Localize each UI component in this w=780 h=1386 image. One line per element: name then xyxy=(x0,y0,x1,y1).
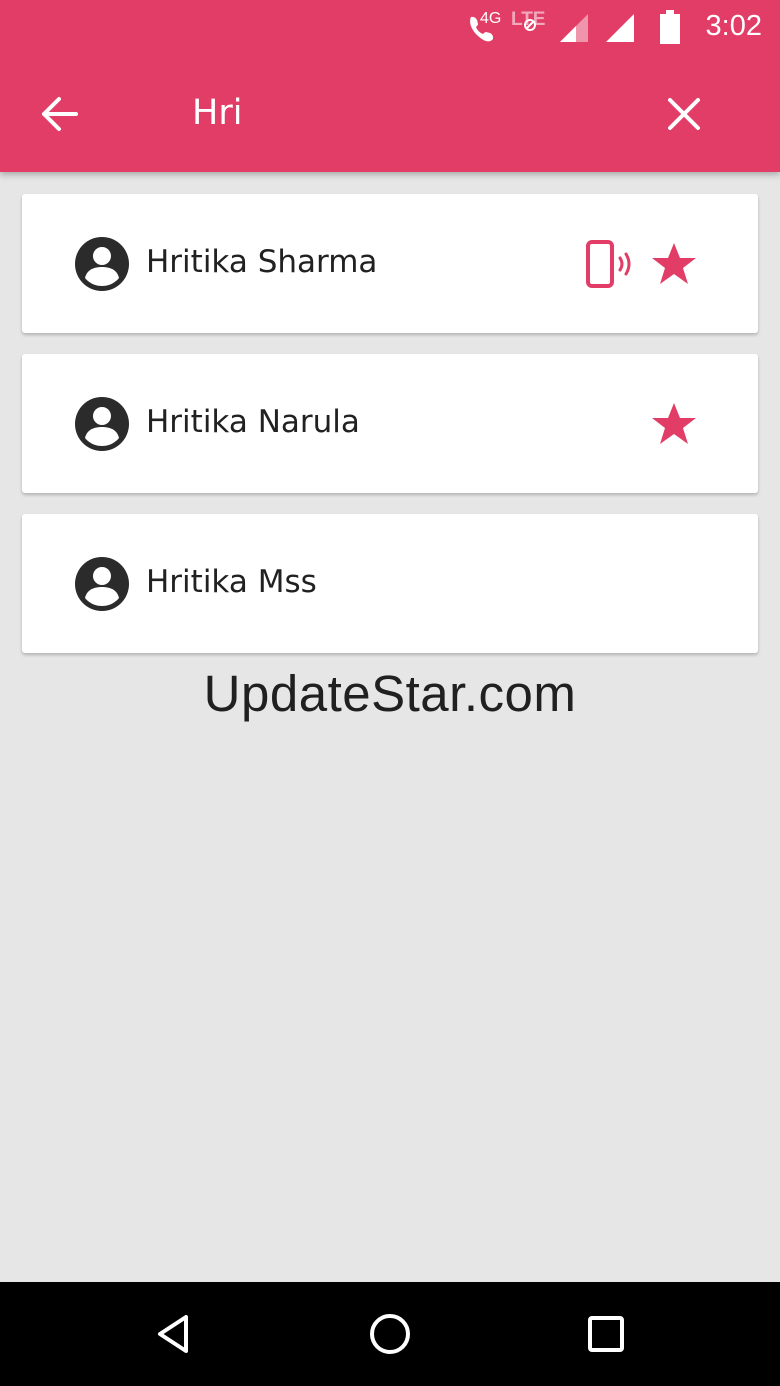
data-off-icon xyxy=(524,19,536,31)
clear-search-button[interactable] xyxy=(654,84,714,144)
contact-name: Hritika Narula xyxy=(146,404,360,440)
clock: 3:02 xyxy=(705,10,762,42)
contact-card[interactable]: Hritika Narula xyxy=(22,354,758,493)
back-button[interactable] xyxy=(30,84,90,144)
home-circle-icon xyxy=(370,1314,410,1354)
contact-name: Hritika Sharma xyxy=(146,244,378,280)
person-icon xyxy=(75,557,129,611)
signal-icon xyxy=(606,14,634,42)
battery-icon xyxy=(660,10,680,44)
star-icon[interactable] xyxy=(650,400,698,448)
back-triangle-icon xyxy=(158,1315,188,1353)
nav-recents-button[interactable] xyxy=(576,1304,636,1364)
person-icon xyxy=(75,397,129,451)
nav-back-button[interactable] xyxy=(144,1304,204,1364)
search-input[interactable] xyxy=(180,82,644,144)
navigation-bar xyxy=(0,1282,780,1386)
status-bar: 4G LTE 3:02 xyxy=(0,0,780,54)
close-icon xyxy=(668,98,700,130)
vibrate-icon[interactable] xyxy=(584,238,636,290)
contact-name: Hritika Mss xyxy=(146,564,317,600)
nav-home-button[interactable] xyxy=(360,1304,420,1364)
signal-icon xyxy=(560,14,588,42)
recents-square-icon xyxy=(588,1316,624,1352)
contact-card[interactable]: Hritika Sharma xyxy=(22,194,758,333)
watermark-text: UpdateStar.com xyxy=(203,665,577,722)
star-icon[interactable] xyxy=(650,240,698,288)
app-bar xyxy=(0,54,780,172)
contact-card[interactable]: Hritika Mss xyxy=(22,514,758,653)
contact-results-list: Hritika Sharma Hritika Narula Hritika Ms… xyxy=(22,194,758,674)
top-bar: 4G LTE 3:02 xyxy=(0,0,780,172)
network-type-label: 4G xyxy=(480,10,502,27)
arrow-back-icon xyxy=(42,97,78,131)
person-icon xyxy=(75,237,129,291)
